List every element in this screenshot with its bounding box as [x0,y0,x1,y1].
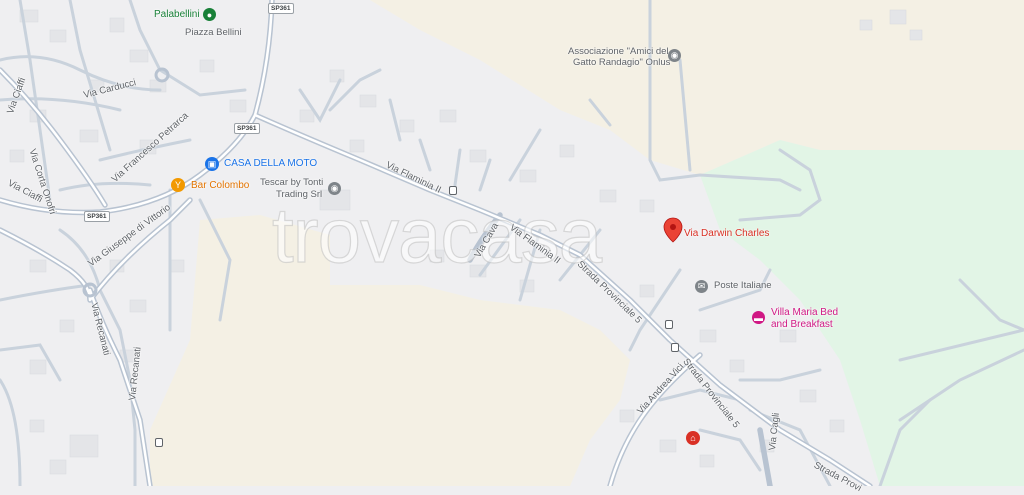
poi-label-palabellini[interactable]: Palabellini [154,9,200,21]
road-shield-sp361: SP361 [84,211,110,222]
stadium-icon[interactable]: ● [203,8,216,21]
poi-label-casa-della-moto[interactable]: CASA DELLA MOTO [224,158,317,170]
poi-label-bar-colombo[interactable]: Bar Colombo [191,180,249,192]
museum-icon[interactable]: ⌂ [686,431,700,445]
poi-label-via-darwin-charles[interactable]: Via Darwin Charles [684,228,769,240]
road-shield-sp361: SP361 [234,123,260,134]
poi-label-piazza-bellini[interactable]: Piazza Bellini [185,27,242,39]
bus-stop-icon[interactable] [155,438,163,447]
poi-label-villa-maria-line2[interactable]: and Breakfast [771,319,833,331]
road-shield-sp361: SP361 [268,3,294,14]
poi-label-associazione-line2[interactable]: Gatto Randagio" Onlus [573,57,670,69]
trovacasa-watermark: trovacasa [271,190,602,279]
shopping-bag-icon[interactable]: ▣ [205,157,219,171]
bus-stop-icon[interactable] [665,320,673,329]
poi-label-villa-maria-line1[interactable]: Villa Maria Bed [771,307,838,319]
poi-label-tescar-line2[interactable]: Trading Srl [276,189,322,201]
poi-label-tescar-line1[interactable]: Tescar by Tonti [260,177,323,189]
bed-icon[interactable]: ▬ [752,311,765,324]
bus-stop-icon[interactable] [671,343,679,352]
place-icon[interactable]: ◉ [668,49,681,62]
place-icon[interactable]: ◉ [328,182,341,195]
mail-icon[interactable]: ✉ [695,280,708,293]
poi-label-poste-italiane[interactable]: Poste Italiane [714,280,772,292]
bus-stop-icon[interactable] [449,186,457,195]
cocktail-icon[interactable]: Y [171,178,185,192]
